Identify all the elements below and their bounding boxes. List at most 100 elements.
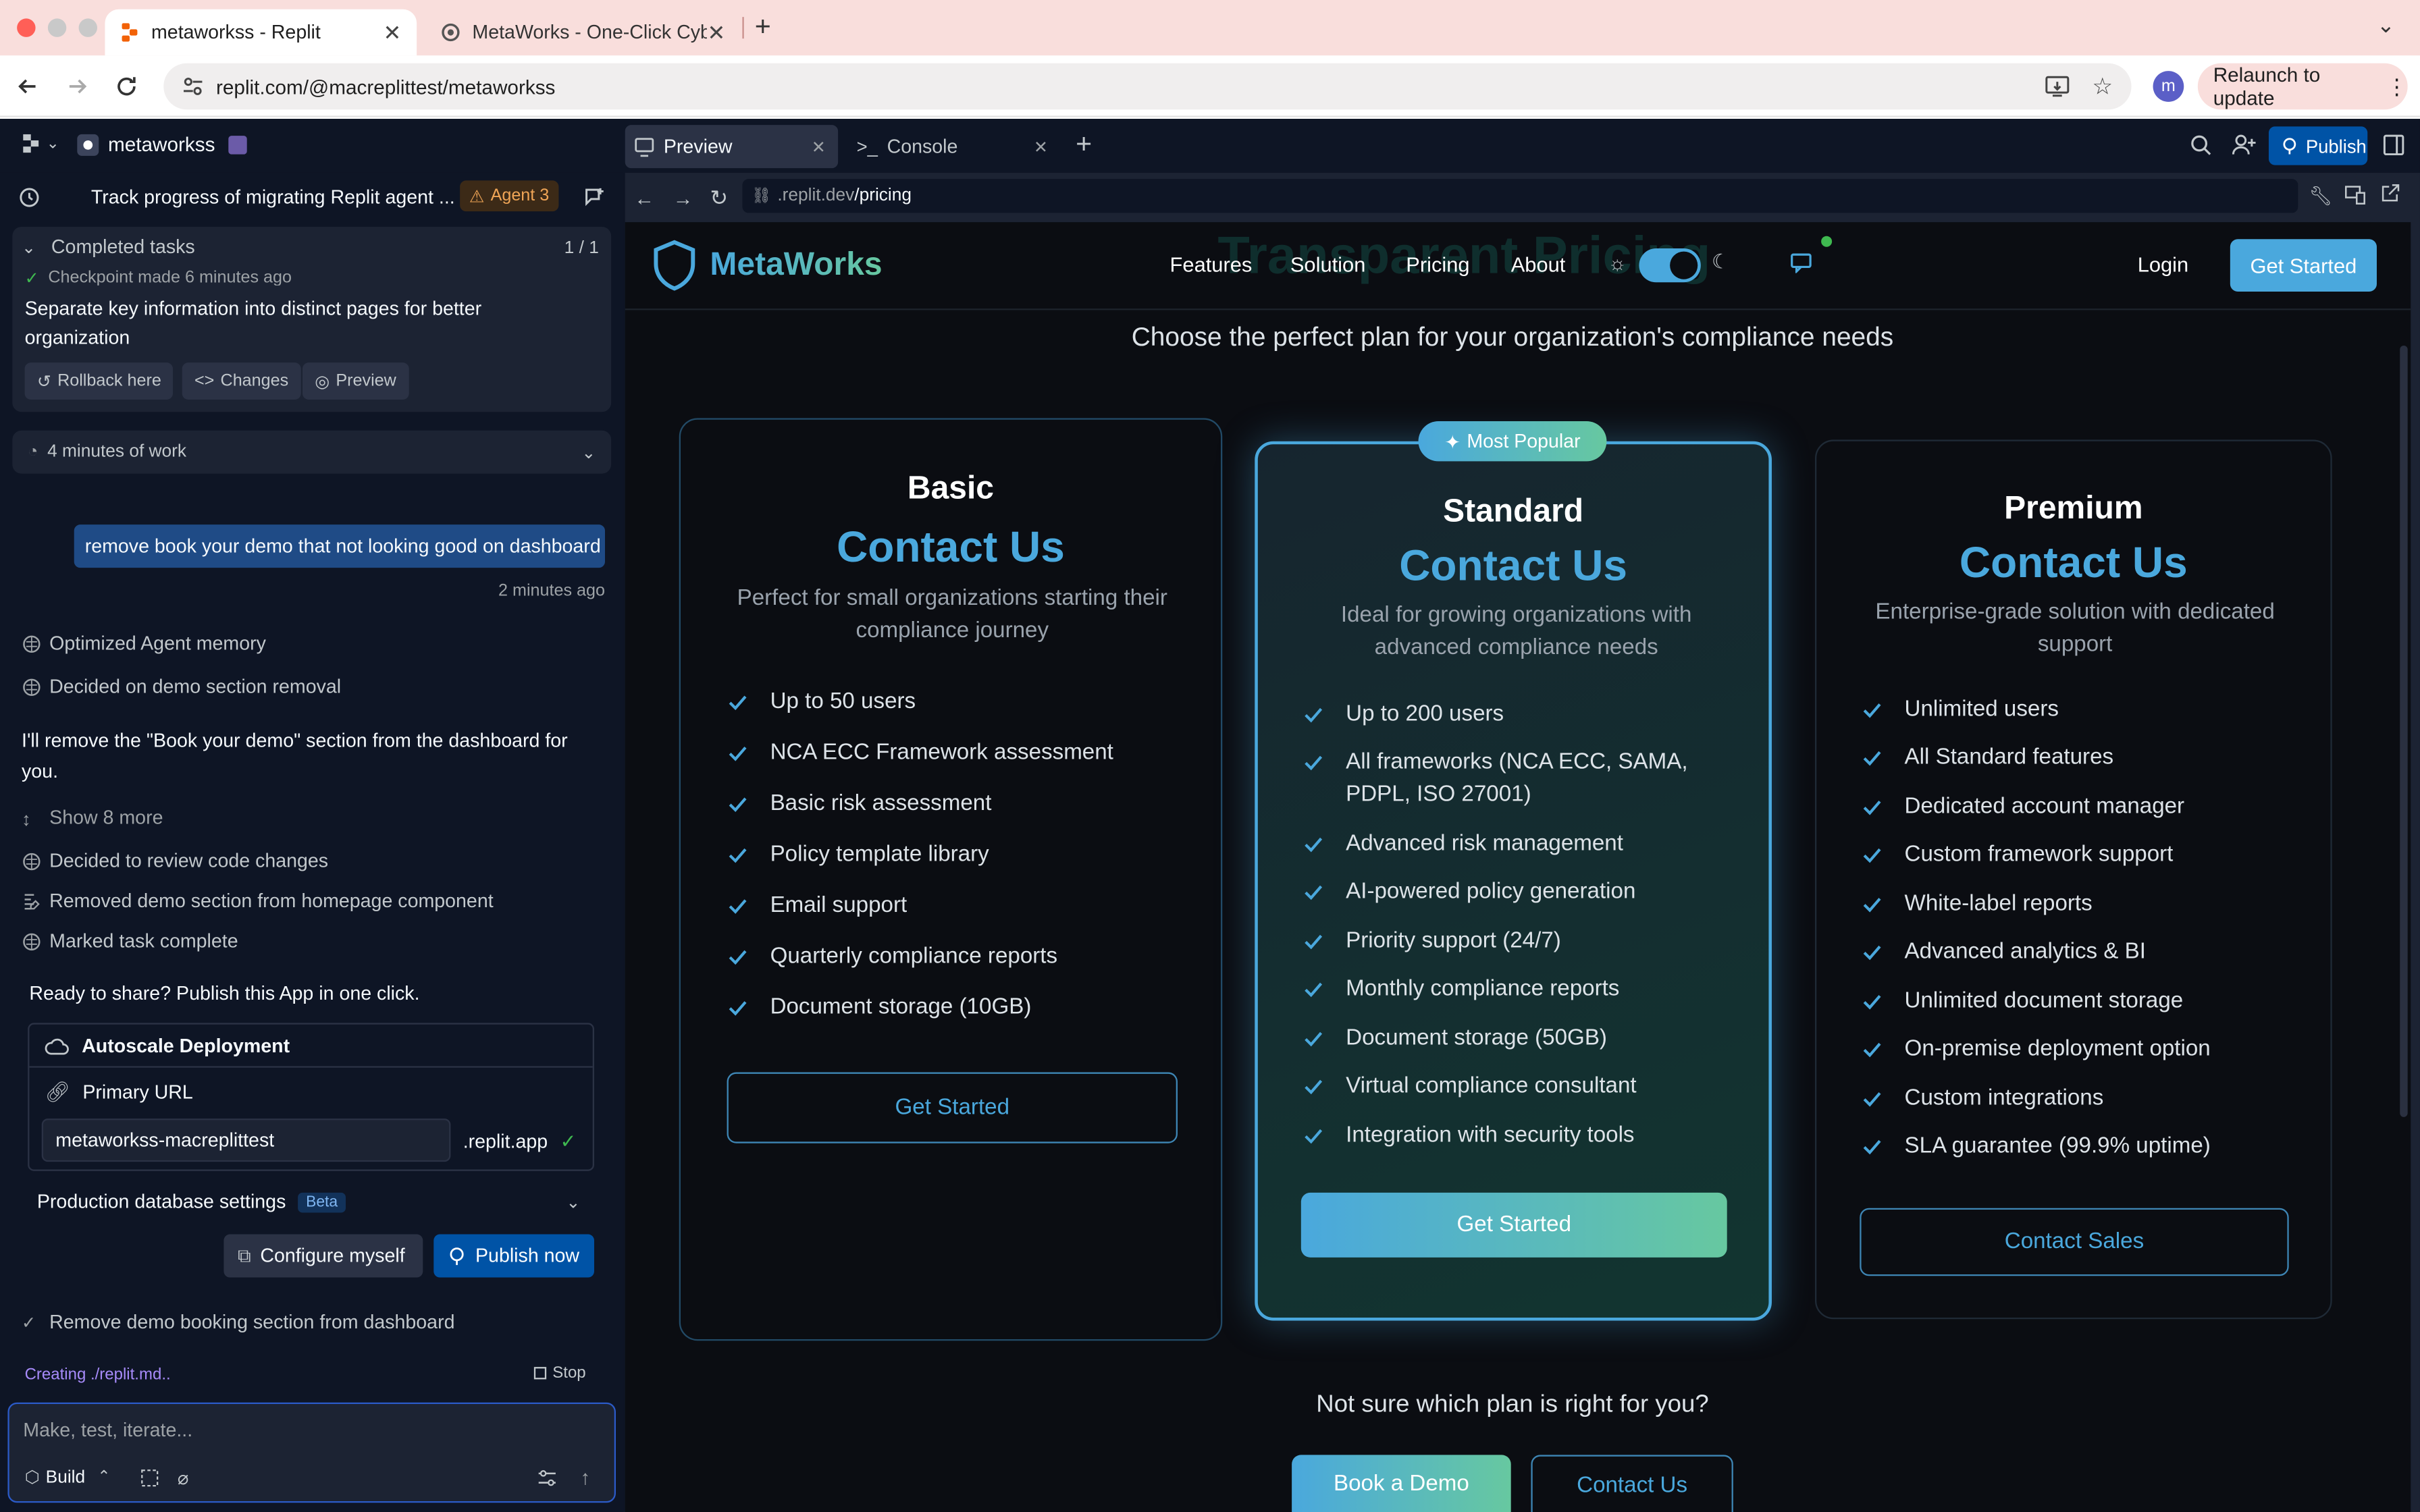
settings-sliders-icon[interactable] bbox=[537, 1469, 557, 1487]
preview-forward-icon[interactable]: → bbox=[673, 187, 693, 210]
chevron-up-icon[interactable]: ⌃ bbox=[97, 1469, 110, 1486]
expand-icon: ↕ bbox=[21, 807, 31, 830]
tab-console[interactable]: >_ Console ✕ bbox=[847, 125, 1060, 168]
brain-icon bbox=[22, 931, 42, 951]
repl-icon bbox=[77, 133, 99, 155]
preview-url-bar[interactable]: ⛓ .replit.dev /pricing bbox=[742, 179, 2298, 213]
history-icon[interactable] bbox=[18, 187, 40, 209]
forward-arrow-icon[interactable] bbox=[65, 74, 90, 99]
stop-label: Stop bbox=[552, 1364, 586, 1382]
basic-get-started-button[interactable]: Get Started bbox=[727, 1072, 1178, 1143]
repl-tag-icon[interactable] bbox=[228, 136, 247, 155]
agent-input-box[interactable]: Make, test, iterate... ⬡ Build ⌃ ⌀ ↑ bbox=[7, 1402, 616, 1503]
plan-feature: All frameworks (NCA ECC, SAMA, PDPL, ISO… bbox=[1303, 747, 1719, 811]
theme-toggle[interactable] bbox=[1639, 248, 1701, 283]
deployment-card: Autoscale Deployment 🔗︎ Primary URL meta… bbox=[28, 1023, 594, 1171]
close-tab-icon[interactable]: ✕ bbox=[707, 20, 725, 46]
changes-button[interactable]: <> Changes bbox=[182, 362, 301, 400]
new-tab-icon[interactable]: + bbox=[1076, 128, 1092, 161]
tab-title: metaworkss - Replit bbox=[151, 21, 321, 43]
agent-version-badge[interactable]: ⚠ Agent 3 bbox=[460, 180, 558, 212]
work-time-label: 4 minutes of work bbox=[47, 442, 187, 462]
url-input[interactable]: metaworkss-macreplittest bbox=[41, 1118, 451, 1162]
plan-feature: Advanced analytics & BI bbox=[1862, 936, 2146, 969]
brand-logo[interactable]: MetaWorks bbox=[652, 239, 883, 292]
zoom-window-button[interactable] bbox=[78, 18, 97, 37]
more-vertical-icon[interactable]: ⋮ bbox=[2386, 74, 2408, 100]
nav-features[interactable]: Features bbox=[1170, 253, 1253, 276]
back-arrow-icon[interactable] bbox=[16, 74, 41, 99]
metaworks-favicon-icon bbox=[442, 23, 460, 42]
plan-name: Basic bbox=[907, 470, 995, 506]
install-app-icon[interactable] bbox=[2045, 74, 2070, 99]
replit-menu-icon[interactable]: ⌄ bbox=[22, 134, 59, 153]
close-tab-icon[interactable]: ✕ bbox=[1034, 136, 1048, 157]
tab-search-chevron-down-icon[interactable]: ⌄ bbox=[2377, 12, 2395, 38]
attach-paperclip-icon[interactable]: ⌀ bbox=[178, 1467, 189, 1489]
repl-name-button[interactable]: metaworkss bbox=[77, 133, 215, 156]
show-more-button[interactable]: ↕ Show 8 more bbox=[21, 807, 163, 830]
feature-label: Basic risk assessment bbox=[770, 791, 992, 817]
close-tab-icon[interactable]: ✕ bbox=[812, 136, 826, 157]
replit-workspace: ⌄ metaworkss Preview ✕ >_ Console ✕ + Pu… bbox=[0, 118, 2420, 1512]
site-settings-icon[interactable] bbox=[182, 76, 204, 97]
preview-scrollbar[interactable] bbox=[2400, 345, 2408, 1117]
send-arrow-up-icon[interactable]: ↑ bbox=[580, 1465, 590, 1488]
chevron-down-icon[interactable]: ⌄ bbox=[22, 237, 36, 256]
relaunch-to-update-button[interactable]: Relaunch to update ⋮ bbox=[2197, 63, 2408, 110]
website-preview: Transparent Pricing MetaWorks Features S… bbox=[625, 222, 2411, 1512]
nav-solution[interactable]: Solution bbox=[1290, 253, 1366, 276]
login-link[interactable]: Login bbox=[2138, 253, 2189, 276]
configure-myself-button[interactable]: ⧉ Configure myself bbox=[223, 1234, 423, 1278]
search-icon[interactable] bbox=[2190, 134, 2211, 156]
address-bar[interactable]: replit.com/@macreplittest/metaworkss ☆ bbox=[163, 63, 2132, 110]
nav-about[interactable]: About bbox=[1511, 253, 1566, 276]
browser-tab-metaworks[interactable]: MetaWorks - One-Click Cyber... ✕ bbox=[426, 9, 741, 56]
chevron-down-icon[interactable]: ⌄ bbox=[581, 442, 596, 462]
agent-step: Removed demo section from homepage compo… bbox=[22, 890, 494, 912]
standard-get-started-button[interactable]: Get Started bbox=[1300, 1192, 1727, 1258]
work-time-row[interactable]: ◔ 4 minutes of work ⌄ bbox=[12, 430, 612, 474]
preview-reload-icon[interactable]: ↻ bbox=[710, 185, 728, 211]
select-element-icon[interactable] bbox=[140, 1469, 159, 1487]
reload-icon[interactable] bbox=[114, 74, 139, 99]
devtools-wrench-icon[interactable]: 🔧︎ bbox=[2309, 185, 2332, 207]
contact-sales-button[interactable]: Contact Sales bbox=[1860, 1208, 2289, 1276]
cube-icon: ⬡ bbox=[24, 1468, 40, 1488]
publish-button[interactable]: Publish bbox=[2268, 126, 2368, 165]
nav-pricing[interactable]: Pricing bbox=[1406, 253, 1469, 276]
preview-back-icon[interactable]: ← bbox=[634, 187, 654, 210]
contact-us-button[interactable]: Contact Us bbox=[1531, 1455, 1733, 1512]
book-demo-button[interactable]: Book a Demo bbox=[1292, 1455, 1511, 1512]
new-chat-icon[interactable] bbox=[583, 187, 605, 209]
bookmark-star-icon[interactable]: ☆ bbox=[2092, 72, 2113, 101]
get-started-nav-button[interactable]: Get Started bbox=[2230, 239, 2377, 292]
profile-avatar[interactable]: m bbox=[2153, 71, 2184, 102]
moon-icon: ☾ bbox=[1711, 250, 1730, 273]
new-tab-icon[interactable]: + bbox=[755, 11, 771, 43]
chevron-down-icon[interactable]: ⌄ bbox=[566, 1192, 580, 1212]
agent-input-placeholder[interactable]: Make, test, iterate... bbox=[23, 1420, 192, 1441]
close-tab-icon[interactable]: ✕ bbox=[383, 20, 401, 46]
completed-tasks-panel: ⌄ Completed tasks 1 / 1 ✓ Checkpoint mad… bbox=[12, 226, 612, 412]
chat-icon[interactable] bbox=[1790, 253, 1812, 273]
invite-user-icon[interactable] bbox=[2232, 134, 2257, 156]
relaunch-label: Relaunch to update bbox=[2213, 63, 2321, 110]
devices-icon[interactable] bbox=[2344, 185, 2366, 205]
minimize-window-button[interactable] bbox=[47, 18, 67, 37]
close-window-button[interactable] bbox=[17, 18, 36, 37]
message-timestamp: 2 minutes ago bbox=[498, 581, 605, 601]
open-new-tab-icon[interactable] bbox=[2380, 184, 2400, 204]
rollback-button[interactable]: ↺ Rollback here bbox=[24, 362, 174, 400]
tab-preview[interactable]: Preview ✕ bbox=[625, 125, 839, 169]
completed-tasks-toggle[interactable]: ⌄ Completed tasks bbox=[22, 236, 195, 258]
preview-checkpoint-button[interactable]: ◎ Preview bbox=[302, 362, 409, 400]
stop-button[interactable]: Stop bbox=[533, 1364, 586, 1382]
thread-title: Track progress of migrating Replit agent… bbox=[90, 186, 455, 209]
publish-now-button[interactable]: Publish now bbox=[433, 1234, 594, 1278]
browser-tab-replit[interactable]: metaworkss - Replit ✕ bbox=[105, 9, 417, 56]
db-settings-row[interactable]: Production database settings Beta ⌄ bbox=[37, 1191, 593, 1213]
build-mode-selector[interactable]: ⬡ Build ⌃ bbox=[25, 1467, 111, 1488]
step-label: Optimized Agent memory bbox=[49, 632, 266, 655]
toggle-sidebar-icon[interactable] bbox=[2383, 134, 2404, 156]
